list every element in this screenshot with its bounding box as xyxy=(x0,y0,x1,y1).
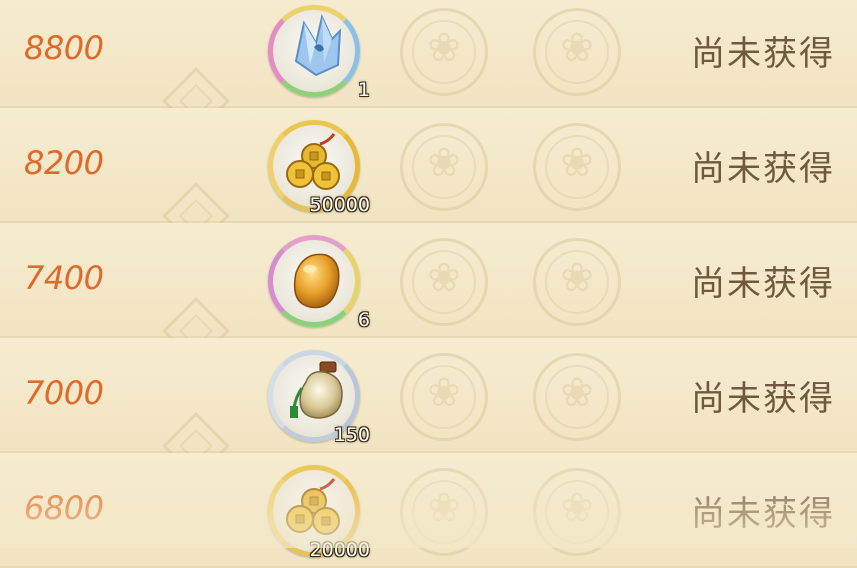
empty-reward-slot xyxy=(533,238,621,326)
reward-row: 7000 150 尚未获得 xyxy=(0,338,857,480)
empty-reward-slot xyxy=(533,8,621,96)
score-threshold: 7000 xyxy=(24,374,104,412)
reward-item-slot[interactable]: 50000 xyxy=(266,118,370,216)
item-quantity: 6 xyxy=(357,309,370,331)
blue-crystal-icon xyxy=(294,13,342,77)
reward-row: 7400 6 尚未获得 xyxy=(0,223,857,365)
empty-reward-slot xyxy=(400,468,488,556)
reward-row: 6800 20000 尚未获得 xyxy=(0,453,857,568)
reward-item-slot[interactable]: 6 xyxy=(266,233,370,331)
reward-status: 尚未获得 xyxy=(691,494,835,534)
reward-list: 8800 1 尚未获得 8200 xyxy=(0,0,857,568)
score-threshold: 8200 xyxy=(24,144,104,182)
reward-row: 8800 1 尚未获得 xyxy=(0,0,857,135)
reward-row: 8200 50000 尚未获得 xyxy=(0,108,857,250)
empty-reward-slot xyxy=(400,238,488,326)
item-quantity: 20000 xyxy=(309,539,370,561)
score-threshold: 8800 xyxy=(24,29,104,67)
score-threshold: 7400 xyxy=(24,259,104,297)
empty-reward-slot xyxy=(400,353,488,441)
empty-reward-slot xyxy=(533,123,621,211)
empty-reward-slot xyxy=(533,468,621,556)
reward-status: 尚未获得 xyxy=(691,264,835,304)
reward-status: 尚未获得 xyxy=(691,149,835,189)
empty-reward-slot xyxy=(533,353,621,441)
empty-reward-slot xyxy=(400,123,488,211)
reward-item-slot[interactable]: 20000 xyxy=(266,463,370,561)
amber-stone-icon xyxy=(293,253,340,309)
empty-reward-slot xyxy=(400,8,488,96)
item-quantity: 50000 xyxy=(309,194,370,216)
item-quantity: 150 xyxy=(333,424,370,446)
item-quantity: 1 xyxy=(357,79,370,101)
reward-item-slot[interactable]: 1 xyxy=(266,3,370,101)
reward-status: 尚未获得 xyxy=(691,379,835,419)
reward-status: 尚未获得 xyxy=(691,34,835,74)
reward-item-slot[interactable]: 150 xyxy=(266,348,370,446)
score-threshold: 6800 xyxy=(24,489,104,527)
